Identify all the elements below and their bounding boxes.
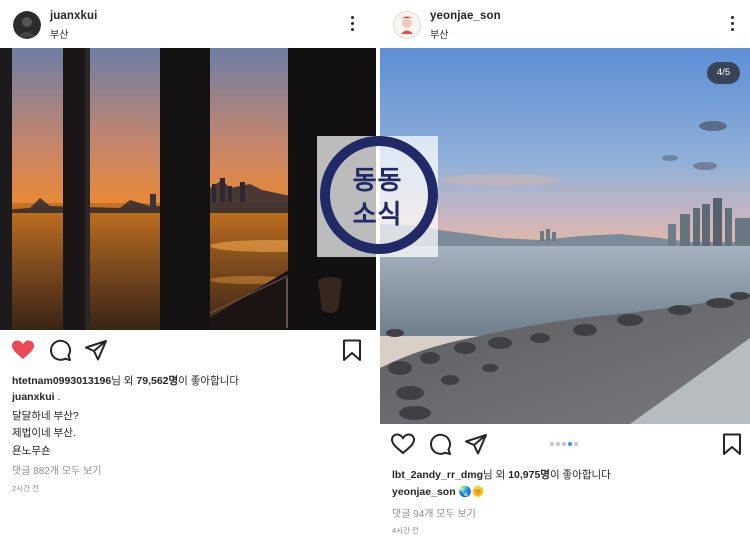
caption-line: 달달하네 부산? <box>12 410 79 422</box>
comment-icon[interactable] <box>428 432 452 456</box>
caption-user-suffix: . <box>54 391 61 403</box>
location[interactable]: 부산 <box>430 26 448 41</box>
post-header: yeonjae_son 부산 <box>380 0 750 48</box>
likes-count[interactable]: 79,562명 <box>136 375 178 387</box>
carousel-dot <box>568 442 572 446</box>
avatar[interactable] <box>13 11 41 39</box>
screenshot-collage: juanxkui 부산 htetnam0993013196님 외 79,562명… <box>0 0 750 543</box>
watermark-text-line2: 소식 <box>352 199 403 229</box>
right-post: yeonjae_son 부산 4/5 lbt_2andy_rr_dmg님 외 1… <box>380 0 750 543</box>
share-icon[interactable] <box>464 432 488 456</box>
avatar[interactable] <box>393 11 421 39</box>
share-icon[interactable] <box>84 338 108 362</box>
post-timestamp: 2시간 전 <box>12 484 39 493</box>
likes-user[interactable]: htetnam0993013196 <box>12 375 111 387</box>
username[interactable]: yeonjae_son <box>430 10 501 22</box>
more-options-icon[interactable] <box>350 16 354 32</box>
caption-username[interactable]: yeonjae_son <box>392 486 456 498</box>
action-bar <box>0 338 376 372</box>
heart-icon[interactable] <box>11 338 35 362</box>
likes-suffix: 이 좋아합니다 <box>178 375 240 387</box>
likes-user[interactable]: lbt_2andy_rr_dmg <box>392 469 483 481</box>
more-options-icon[interactable] <box>730 16 734 32</box>
caption-emoji: 🌏🌞 <box>458 486 485 498</box>
view-all-comments-link[interactable]: 댓글 94개 모두 보기 <box>392 505 476 520</box>
carousel-dot <box>562 442 566 446</box>
heart-icon[interactable] <box>391 432 415 456</box>
likes-count[interactable]: 10,975명 <box>508 469 550 481</box>
caption-line: 욘노무숀 <box>12 445 51 457</box>
comment-icon[interactable] <box>48 338 72 362</box>
bookmark-icon[interactable] <box>720 432 744 456</box>
likes-summary[interactable]: lbt_2andy_rr_dmg님 외 10,975명이 좋아합니다 <box>392 467 611 482</box>
username[interactable]: juanxkui <box>50 10 97 22</box>
caption-username[interactable]: juanxkui <box>12 391 55 403</box>
bookmark-icon[interactable] <box>340 338 364 362</box>
watermark-logo: 동동 소식 <box>317 136 438 257</box>
slide-counter: 4/5 <box>707 62 740 84</box>
carousel-dot <box>574 442 578 446</box>
caption-author: yeonjae_son 🌏🌞 <box>392 485 485 498</box>
caption-line: 제법이네 부산. <box>12 427 76 439</box>
left-post: juanxkui 부산 htetnam0993013196님 외 79,562명… <box>0 0 376 543</box>
location[interactable]: 부산 <box>50 26 68 41</box>
watermark-text-line1: 동동 <box>352 165 403 195</box>
likes-suffix: 이 좋아합니다 <box>549 469 611 481</box>
post-timestamp: 4시간 전 <box>392 526 419 535</box>
post-header: juanxkui 부산 <box>0 0 376 48</box>
view-all-comments-link[interactable]: 댓글 882개 모두 보기 <box>12 462 101 477</box>
caption-author: juanxkui . <box>12 391 60 403</box>
likes-mid: 님 외 <box>111 375 137 387</box>
carousel-dot <box>550 442 554 446</box>
likes-mid: 님 외 <box>483 469 509 481</box>
likes-summary[interactable]: htetnam0993013196님 외 79,562명이 좋아합니다 <box>12 373 239 388</box>
carousel-dot <box>556 442 560 446</box>
action-bar <box>380 432 750 466</box>
carousel-indicator <box>550 441 590 447</box>
